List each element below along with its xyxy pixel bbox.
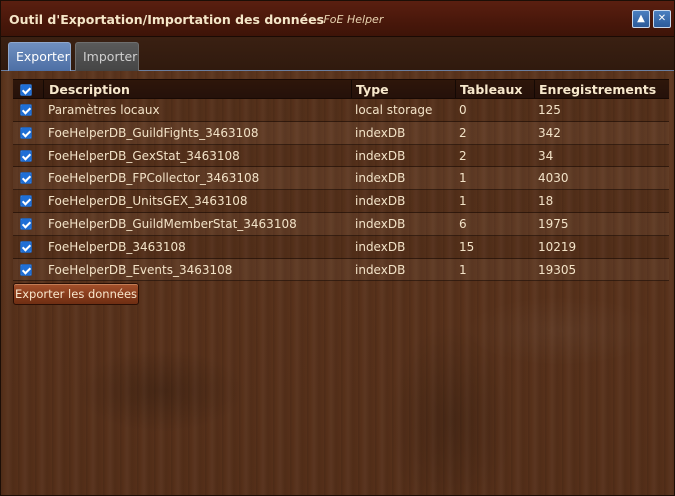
column-header-enregistrements[interactable]: Enregistrements [534, 80, 669, 98]
column-header-type[interactable]: Type [351, 80, 455, 98]
row-description: Paramètres locaux [48, 103, 160, 117]
row-tableaux: 6 [459, 216, 467, 231]
row-checkbox[interactable] [20, 172, 32, 185]
row-checkbox[interactable] [20, 149, 32, 162]
close-icon[interactable]: ✕ [653, 10, 671, 28]
row-tableaux: 0 [459, 103, 467, 117]
row-description: FoeHelperDB_GuildMemberStat_3463108 [48, 216, 297, 231]
minimize-icon[interactable]: ▲ [632, 10, 650, 28]
row-type: indexDB [355, 125, 406, 140]
row-enregistrements: 34 [538, 148, 554, 163]
header-select-all-cell [13, 80, 43, 98]
table-row[interactable]: FoeHelperDB_GuildFights_3463108 indexDB … [13, 122, 669, 145]
window-title: Outil d'Exportation/Importation des donn… [9, 12, 325, 27]
row-tableaux: 1 [459, 262, 467, 277]
row-type: indexDB [355, 239, 406, 254]
table-header: Description Type Tableaux Enregistrement… [13, 79, 669, 99]
row-tableaux: 15 [459, 239, 475, 254]
row-tableaux: 1 [459, 171, 467, 186]
export-import-window: Outil d'Exportation/Importation des donn… [0, 0, 675, 496]
row-checkbox-cell [13, 190, 43, 212]
column-header-description[interactable]: Description [43, 80, 351, 98]
export-data-button[interactable]: Exporter les données [13, 283, 139, 305]
row-checkbox-cell [13, 122, 43, 144]
row-checkbox-cell [13, 145, 43, 167]
row-enregistrements: 1975 [538, 216, 569, 231]
row-description: FoeHelperDB_FPCollector_3463108 [48, 171, 260, 186]
row-tableaux: 2 [459, 125, 467, 140]
row-checkbox-cell [13, 236, 43, 258]
row-enregistrements: 18 [538, 194, 554, 209]
row-type: indexDB [355, 148, 406, 163]
column-header-tableaux[interactable]: Tableaux [455, 80, 534, 98]
row-type: indexDB [355, 216, 406, 231]
tab-exporter[interactable]: Exporter [8, 42, 71, 71]
row-type: indexDB [355, 194, 406, 209]
row-type: indexDB [355, 171, 406, 186]
export-table: Description Type Tableaux Enregistrement… [13, 79, 669, 282]
row-checkbox-cell [13, 99, 43, 121]
tab-importer[interactable]: Importer [75, 42, 139, 71]
row-description: FoeHelperDB_GuildFights_3463108 [48, 125, 259, 140]
row-description: FoeHelperDB_Events_3463108 [48, 262, 233, 277]
row-checkbox-cell [13, 259, 43, 281]
row-description: FoeHelperDB_3463108 [48, 239, 186, 254]
row-checkbox[interactable] [20, 126, 32, 139]
row-enregistrements: 4030 [538, 171, 569, 186]
row-enregistrements: 10219 [538, 239, 577, 254]
row-checkbox[interactable] [20, 217, 32, 230]
window-subtitle: - FoE Helper [316, 13, 384, 26]
tab-bar: Exporter Importer [1, 37, 674, 71]
table-row[interactable]: FoeHelperDB_Events_3463108 indexDB 1 193… [13, 259, 669, 282]
table-row[interactable]: FoeHelperDB_UnitsGEX_3463108 indexDB 1 1… [13, 190, 669, 213]
row-description: FoeHelperDB_UnitsGEX_3463108 [48, 194, 248, 209]
title-bar[interactable]: Outil d'Exportation/Importation des donn… [1, 1, 674, 37]
row-checkbox[interactable] [20, 195, 32, 208]
row-checkbox-cell [13, 167, 43, 189]
table-row[interactable]: Paramètres locaux local storage 0 125 [13, 99, 669, 122]
row-type: local storage [355, 103, 433, 117]
row-tableaux: 2 [459, 148, 467, 163]
row-enregistrements: 19305 [538, 262, 577, 277]
row-enregistrements: 342 [538, 125, 561, 140]
row-checkbox[interactable] [20, 240, 32, 253]
table-row[interactable]: FoeHelperDB_GexStat_3463108 indexDB 2 34 [13, 144, 669, 168]
row-checkbox[interactable] [20, 263, 32, 276]
table-row[interactable]: FoeHelperDB_3463108 indexDB 15 10219 [13, 235, 669, 259]
row-checkbox-cell [13, 213, 43, 235]
table-row[interactable]: FoeHelperDB_FPCollector_3463108 indexDB … [13, 167, 669, 191]
row-enregistrements: 125 [538, 103, 561, 117]
row-tableaux: 1 [459, 194, 467, 209]
row-description: FoeHelperDB_GexStat_3463108 [48, 148, 240, 163]
table-row[interactable]: FoeHelperDB_GuildMemberStat_3463108 inde… [13, 213, 669, 236]
select-all-checkbox[interactable] [20, 84, 32, 96]
row-checkbox[interactable] [20, 104, 32, 116]
row-type: indexDB [355, 262, 406, 277]
